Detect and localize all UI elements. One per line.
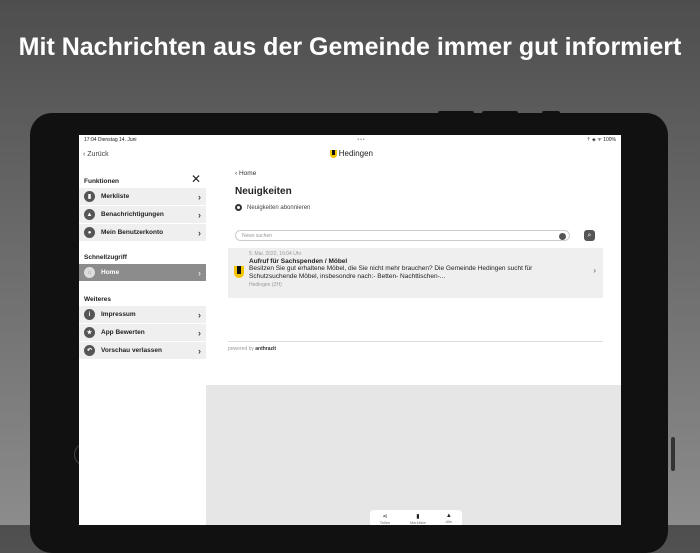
chevron-right-icon: ›: [198, 209, 201, 220]
status-bar: 17:04 Dienstag 14. Juni ••• ⇡ ◈ ᯤ 100%: [84, 137, 616, 145]
powered-by: powered by anthrazit: [228, 346, 276, 352]
chevron-right-icon: ›: [198, 327, 201, 338]
multitask-dots[interactable]: •••: [357, 137, 365, 145]
user-icon: ●: [84, 227, 95, 238]
section-title: Weiteres: [84, 296, 111, 303]
main-area: ‹ Home Neuigkeiten Neuigkeiten abonniere…: [206, 165, 621, 525]
close-icon[interactable]: ✕: [191, 173, 201, 185]
item-label: Home: [101, 269, 120, 276]
hedingen-logo-icon: [234, 266, 244, 278]
chevron-right-icon: ›: [198, 267, 201, 278]
radio-icon: [235, 204, 242, 211]
item-label: Vorschau verlassen: [101, 347, 162, 354]
back-label: Zurück: [87, 151, 109, 158]
page-title: Neuigkeiten: [235, 186, 292, 197]
clear-icon[interactable]: [559, 232, 566, 240]
headline: Mit Nachrichten aus der Gemeinde immer g…: [18, 33, 682, 61]
sidebar-item-benachrichtigungen[interactable]: ▲ Benachrichtigungen ›: [79, 206, 206, 223]
share-icon: ⋖: [382, 514, 388, 520]
chevron-right-icon: ›: [198, 227, 201, 238]
status-time: 17:04 Dienstag 14. Juni: [84, 137, 137, 143]
subscribe-label: Neuigkeiten abonnieren: [247, 204, 311, 211]
back-button[interactable]: ‹ Zurück: [83, 151, 109, 158]
sidebar-item-app-bewerten[interactable]: ★ App Bewerten ›: [79, 324, 206, 341]
sidebar-item-impressum[interactable]: i Impressum ›: [79, 306, 206, 323]
logo-text: Hedingen: [338, 149, 373, 158]
logo-icon: [329, 149, 337, 158]
app-screen: 17:04 Dienstag 14. Juni ••• ⇡ ◈ ᯤ 100% ‹…: [79, 135, 621, 525]
chevron-right-icon: ›: [198, 345, 201, 356]
breadcrumb-label: Home: [238, 170, 257, 177]
breadcrumb-home[interactable]: ‹ Home: [235, 170, 256, 177]
tab-alle[interactable]: ▲ Alle: [445, 513, 452, 525]
news-item[interactable]: 5. Mai. 2022, 16:04 Uhr Aufruf für Sachs…: [228, 248, 603, 298]
star-icon: ★: [84, 327, 95, 338]
search-placeholder: News suchen: [242, 233, 273, 239]
item-label: Benachrichtigungen: [101, 211, 164, 218]
sidebar-item-benutzerkonto[interactable]: ● Mein Benutzerkonto ›: [79, 224, 206, 241]
bookmark-icon: ▮: [84, 191, 95, 202]
news-content: ‹ Home Neuigkeiten Neuigkeiten abonniere…: [206, 165, 621, 385]
powered-brand[interactable]: anthrazit: [255, 346, 276, 352]
undo-icon: ↶: [84, 345, 95, 356]
item-label: Mein Benutzerkonto: [101, 229, 164, 236]
tab-merkliste[interactable]: ▮ Merkliste: [410, 513, 426, 525]
tab-label: Alle: [445, 519, 453, 524]
sidebar: ✕ Funktionen ▮ Merkliste › ▲ Benachrichtigu…: [79, 165, 206, 525]
home-icon: ⌂: [84, 267, 95, 278]
sidebar-item-home[interactable]: ⌂ Home ›: [79, 264, 206, 281]
status-battery: ⇡ ◈ ᯤ 100%: [586, 137, 616, 143]
search-button[interactable]: ⌕: [584, 230, 595, 241]
divider: [228, 341, 603, 342]
chevron-right-icon: ›: [198, 309, 201, 320]
news-date: 5. Mai. 2022, 16:04 Uhr: [249, 251, 302, 257]
section-title: Schnellzugriff: [84, 254, 127, 261]
bookmark-icon: ▮: [416, 514, 420, 520]
tab-label: Merkliste: [409, 520, 426, 525]
bottom-toolbar: ⋖ Teilen ▮ Merkliste ▲ Alle: [370, 510, 462, 525]
subscribe-toggle[interactable]: Neuigkeiten abonnieren: [235, 204, 310, 211]
news-body: Besitzen Sie gut erhaltene Möbel, die Si…: [249, 265, 533, 280]
chevron-right-icon: ›: [593, 266, 596, 275]
sidebar-item-vorschau-verlassen[interactable]: ↶ Vorschau verlassen ›: [79, 342, 206, 359]
item-label: App Bewerten: [101, 329, 145, 336]
search-input[interactable]: News suchen: [235, 230, 570, 241]
info-icon: i: [84, 309, 95, 320]
hedingen-logo: Hedingen: [329, 149, 373, 158]
search-icon: ⌕: [587, 232, 592, 239]
news-title: Aufruf für Sachspenden / Möbel: [249, 258, 348, 265]
tab-share[interactable]: ⋖ Teilen: [380, 513, 390, 525]
item-label: Merkliste: [101, 193, 130, 200]
item-label: Impressum: [101, 311, 136, 318]
powered-by-text: powered by: [228, 346, 254, 352]
sidebar-item-merkliste[interactable]: ▮ Merkliste ›: [79, 188, 206, 205]
tab-label: Teilen: [379, 520, 391, 525]
chevron-right-icon: ›: [198, 191, 201, 202]
news-source: Hedingen (ZH): [249, 282, 282, 288]
section-title: Funktionen: [84, 178, 120, 185]
bell-icon: ▲: [84, 209, 95, 220]
side-button: [671, 437, 675, 471]
